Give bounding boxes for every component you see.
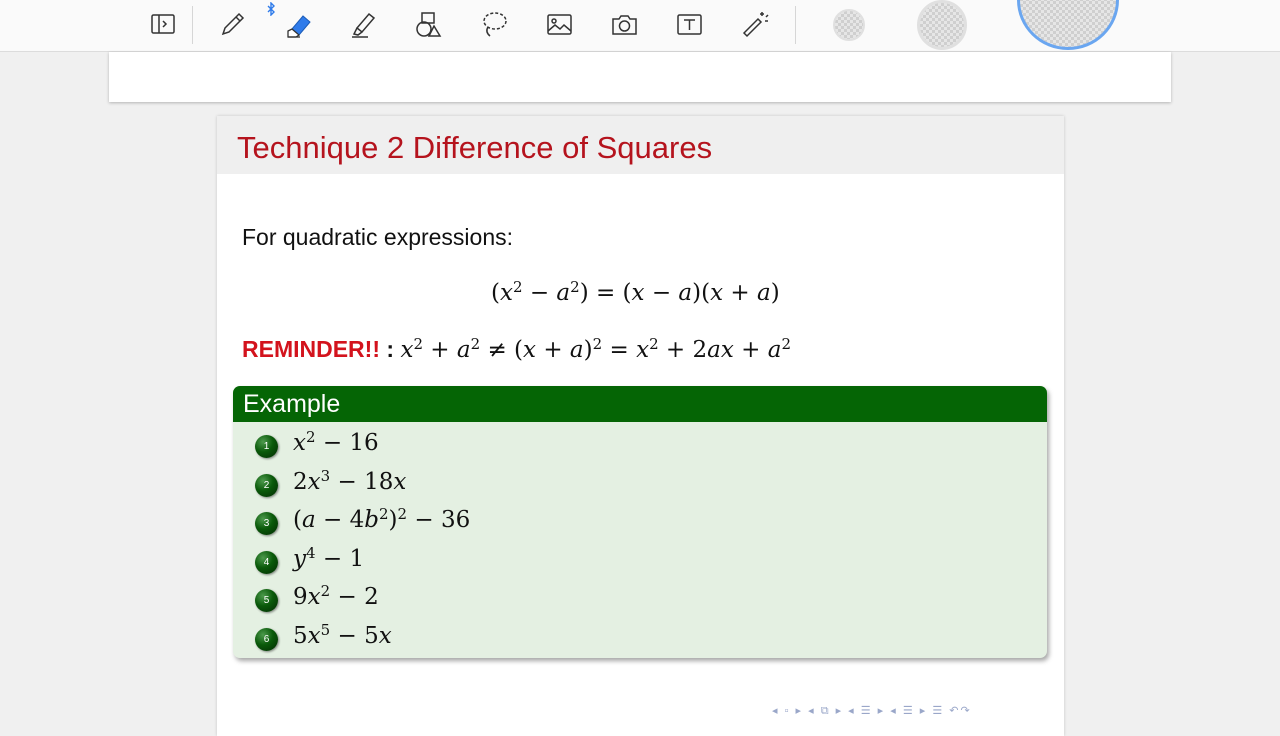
color-swatch-selected[interactable] bbox=[1017, 0, 1119, 50]
numbered-bullet: 1 bbox=[255, 435, 278, 458]
reminder-label: REMINDER!! bbox=[242, 336, 380, 362]
example-expression: 9x2 − 2 bbox=[293, 582, 379, 611]
previous-page bbox=[109, 52, 1171, 102]
magic-wand-icon[interactable] bbox=[737, 6, 773, 42]
shapes-icon[interactable] bbox=[410, 6, 446, 42]
example-list: 1 x2 − 16 2 2x3 − 18x 3 (a − 4b2)2 − 36 … bbox=[233, 427, 1047, 658]
toolbar-divider bbox=[795, 6, 796, 44]
sidebar-toggle-icon[interactable] bbox=[144, 6, 180, 42]
lasso-icon[interactable] bbox=[476, 6, 512, 42]
numbered-bullet: 3 bbox=[255, 512, 278, 536]
numbered-bullet: 6 bbox=[255, 627, 278, 651]
numbered-bullet: 5 bbox=[255, 589, 278, 613]
example-block: Example 1 x2 − 16 2 2x3 − 18x 3 (a − 4b2… bbox=[233, 386, 1047, 658]
example-expression: x2 − 16 bbox=[293, 427, 379, 456]
list-item: 4 y4 − 1 bbox=[233, 543, 1047, 585]
reminder-line: REMINDER!! : x2 + a2 ≠ (x + a)2 = x2 + 2… bbox=[242, 334, 791, 363]
list-item: 3 (a − 4b2)2 − 36 bbox=[233, 504, 1047, 546]
example-expression: 5x5 − 5x bbox=[293, 620, 392, 649]
difference-of-squares-formula: (x2 − a2) = (x − a)(x + a) bbox=[491, 277, 780, 306]
example-expression: 2x3 − 18x bbox=[293, 466, 407, 495]
numbered-bullet: 4 bbox=[255, 550, 278, 574]
toolbar-divider bbox=[192, 6, 193, 44]
beamer-navigation-symbols[interactable]: ◂ ▫ ▸ ◂ ⧉ ▸ ◂ ☰ ▸ ◂ ☰ ▸ ☰ ↶↷ bbox=[772, 704, 972, 718]
highlighter-icon[interactable] bbox=[345, 6, 381, 42]
slide-title: Technique 2 Difference of Squares bbox=[237, 130, 713, 165]
list-item: 6 5x5 − 5x bbox=[233, 620, 1047, 658]
intro-text: For quadratic expressions: bbox=[242, 224, 514, 250]
color-swatch-small[interactable] bbox=[833, 9, 865, 41]
image-icon[interactable] bbox=[541, 6, 577, 42]
camera-icon[interactable] bbox=[606, 6, 642, 42]
pen-icon[interactable] bbox=[214, 6, 250, 42]
frame-title-bar: Technique 2 Difference of Squares bbox=[217, 116, 1064, 174]
numbered-bullet: 2 bbox=[255, 473, 278, 497]
list-item: 1 x2 − 16 bbox=[233, 427, 1047, 469]
bluetooth-icon bbox=[266, 1, 276, 17]
text-box-icon[interactable] bbox=[671, 6, 707, 42]
example-title: Example bbox=[233, 386, 1047, 422]
annotation-toolbar bbox=[0, 0, 1280, 52]
example-expression: y4 − 1 bbox=[293, 543, 365, 572]
list-item: 2 2x3 − 18x bbox=[233, 466, 1047, 508]
example-expression: (a − 4b2)2 − 36 bbox=[293, 504, 471, 534]
eraser-icon[interactable] bbox=[281, 6, 317, 42]
slide-page: Technique 2 Difference of Squares For qu… bbox=[217, 116, 1064, 736]
list-item: 5 9x2 − 2 bbox=[233, 584, 1047, 623]
color-swatch-medium[interactable] bbox=[917, 0, 967, 50]
